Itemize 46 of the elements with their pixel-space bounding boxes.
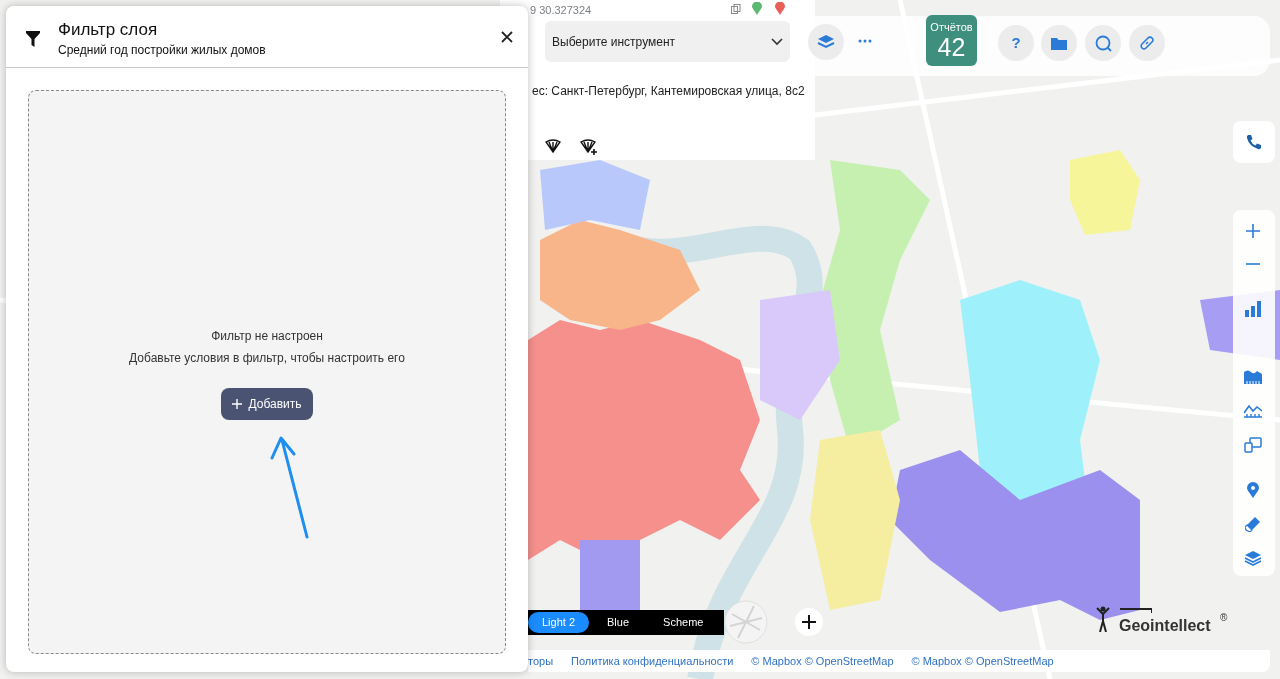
- area-ruler-icon[interactable]: [1244, 369, 1262, 384]
- add-button[interactable]: Добавить: [221, 388, 313, 420]
- empty-title: Фильтр не настроен: [211, 328, 323, 345]
- panel-subtitle: Средний год постройки жилых домов: [58, 42, 266, 59]
- tool-select[interactable]: Выберите инструмент: [545, 21, 790, 62]
- link-icon: [1139, 35, 1155, 51]
- logo-text: Geointellect: [1119, 616, 1211, 636]
- search-icon: [1094, 34, 1112, 52]
- devices-icon[interactable]: [1244, 437, 1262, 453]
- panel-title: Фильтр слоя: [58, 19, 158, 41]
- map-style-tab[interactable]: Light 2: [528, 612, 590, 633]
- map-style-tab[interactable]: Blue: [591, 612, 646, 633]
- plus-icon: [802, 615, 816, 629]
- more-icon[interactable]: [858, 39, 872, 43]
- map-thumbnail-button[interactable]: [724, 600, 768, 644]
- map-style-tab[interactable]: Scheme: [647, 612, 720, 633]
- bar-chart-icon[interactable]: [1245, 301, 1261, 317]
- antenna-icon: [545, 138, 561, 154]
- reports-count: 42: [937, 32, 966, 61]
- zoom-in-icon[interactable]: [1246, 224, 1260, 238]
- pin-icon: [752, 2, 762, 15]
- footer-link[interactable]: © Mapbox © OpenStreetMap: [751, 652, 894, 670]
- reports-label: Отчётов: [930, 20, 973, 33]
- layers-icon: [817, 34, 835, 50]
- copy-icon: [731, 4, 741, 14]
- pin-icon[interactable]: [1247, 482, 1259, 498]
- line-ruler-icon[interactable]: [1244, 403, 1262, 418]
- empty-hint: Добавьте условия в фильтр, чтобы настроить его: [129, 350, 405, 367]
- phone-button[interactable]: [1233, 121, 1275, 163]
- plus-icon: [232, 399, 243, 409]
- address-text: ес: Санкт-Петербург, Кантемировская улица, 8с2: [531, 83, 806, 100]
- eraser-icon[interactable]: [1245, 516, 1261, 532]
- registered-mark: ®: [1220, 611, 1228, 625]
- footer-link[interactable]: © Mapbox © OpenStreetMap: [911, 652, 1054, 670]
- pin-icon: [775, 2, 785, 15]
- filter-icon: [26, 31, 40, 47]
- phone-icon: [1246, 134, 1262, 150]
- chevron-down-icon: [771, 37, 783, 46]
- folder-icon: [1051, 36, 1067, 50]
- coordinates-text: 9 30.327324: [530, 3, 592, 18]
- reports-badge[interactable]: Отчётов 42: [926, 15, 977, 66]
- layers-icon[interactable]: [1244, 550, 1262, 566]
- antenna-add-icon: [580, 138, 598, 156]
- footer-link[interactable]: торы: [528, 652, 554, 670]
- footer-link[interactable]: Политика конфиденциальности: [571, 652, 734, 670]
- close-icon[interactable]: [501, 31, 513, 43]
